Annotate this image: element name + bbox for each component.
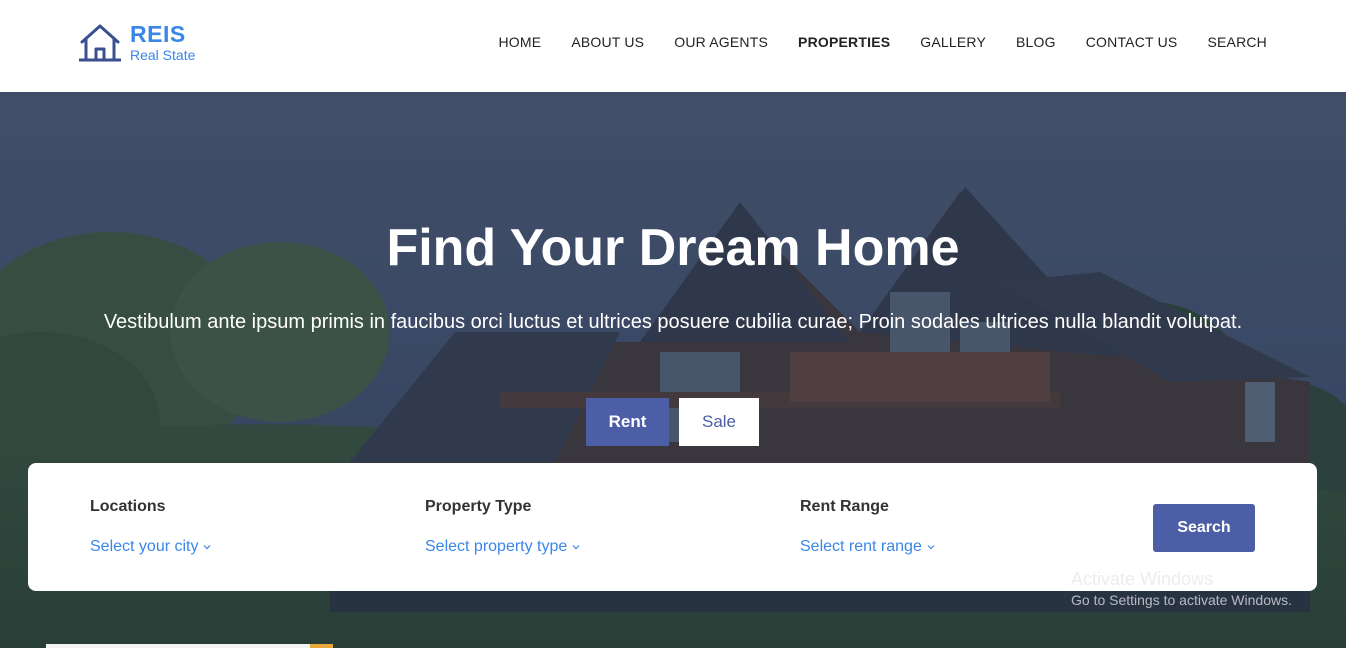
nav-item-blog[interactable]: BLOG (1016, 34, 1056, 51)
sale-tab-button[interactable]: Sale (679, 398, 759, 446)
rent-range-select-value: Select rent range (800, 538, 922, 555)
watermark-subtitle: Go to Settings to activate Windows. (1071, 592, 1292, 608)
chevron-down-icon (927, 545, 935, 550)
property-type-field: Property Type Select property type (425, 497, 581, 557)
hero-title: Find Your Dream Home (386, 219, 960, 277)
brand-tagline: Real State (130, 47, 196, 63)
nav-item-search[interactable]: SEARCH (1207, 34, 1267, 51)
rent-tab-button[interactable]: Rent (586, 398, 669, 446)
brand-name: REIS (130, 21, 186, 47)
rent-range-field: Rent Range Select rent range (800, 497, 936, 557)
locations-select-value: Select your city (90, 538, 199, 555)
search-button[interactable]: Search (1153, 504, 1255, 552)
site-header: REIS Real State HOME ABOUT US OUR AGENTS… (0, 0, 1346, 92)
nav-item-about-us[interactable]: ABOUT US (571, 34, 644, 51)
nav-item-properties[interactable]: PROPERTIES (798, 34, 890, 51)
nav-item-our-agents[interactable]: OUR AGENTS (674, 34, 768, 51)
next-section-card-edge (46, 644, 333, 648)
property-type-label: Property Type (425, 498, 532, 515)
locations-field: Locations Select your city (90, 497, 212, 557)
rent-range-label: Rent Range (800, 498, 889, 515)
chevron-down-icon (572, 545, 580, 550)
hero-subtitle: Vestibulum ante ipsum primis in faucibus… (103, 311, 1243, 333)
logo[interactable]: REIS Real State (79, 22, 219, 68)
windows-activation-watermark: Activate Windows Go to Settings to activ… (1071, 568, 1292, 609)
nav-item-contact-us[interactable]: CONTACT US (1086, 34, 1178, 51)
property-type-select[interactable]: Select property type (425, 537, 581, 557)
chevron-down-icon (204, 545, 211, 550)
nav-item-home[interactable]: HOME (499, 34, 542, 51)
main-nav: HOME ABOUT US OUR AGENTS PROPERTIES GALL… (469, 34, 1268, 51)
property-type-select-value: Select property type (425, 538, 568, 555)
locations-label: Locations (90, 498, 166, 515)
rent-range-select[interactable]: Select rent range (800, 537, 936, 557)
nav-item-gallery[interactable]: GALLERY (920, 34, 986, 51)
house-icon (79, 24, 121, 62)
hero-section: Find Your Dream Home Vestibulum ante ips… (0, 92, 1346, 648)
locations-select[interactable]: Select your city (90, 537, 212, 557)
next-section-card-accent (310, 644, 333, 648)
watermark-title: Activate Windows (1071, 569, 1214, 589)
